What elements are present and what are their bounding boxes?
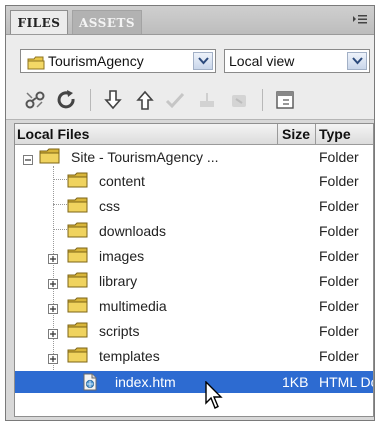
tree-row-templates[interactable]: templates Folder (15, 345, 373, 367)
tree-row-downloads[interactable]: downloads Folder (15, 220, 373, 242)
file-name: index.htm (115, 374, 176, 390)
file-size: 1KB (282, 374, 309, 390)
get-files-icon[interactable] (102, 89, 124, 111)
folder-icon (67, 172, 89, 191)
file-name: content (99, 173, 145, 189)
file-type: Folder (319, 273, 359, 289)
folder-icon (67, 347, 89, 366)
folder-icon (67, 297, 89, 316)
folder-icon (67, 247, 89, 266)
file-name: multimedia (99, 298, 167, 314)
file-type: Folder (319, 348, 359, 364)
column-divider[interactable] (315, 124, 316, 144)
folder-icon (39, 148, 61, 167)
files-panel: FILES ASSETS TourismAgency Local view Lo… (5, 5, 375, 421)
tree-row-library[interactable]: library Folder (15, 270, 373, 292)
toolbar-divider (90, 89, 91, 111)
panel-tab-bar: FILES ASSETS (6, 6, 374, 35)
file-name: Site - TourismAgency ... (71, 149, 219, 165)
column-type[interactable]: Type (319, 124, 351, 144)
check-out-icon[interactable] (164, 89, 186, 111)
files-toolbar (6, 81, 374, 120)
folder-icon (67, 272, 89, 291)
file-name: library (99, 273, 138, 289)
expand-icon[interactable] (48, 276, 58, 292)
view-select-value: Local view (229, 53, 295, 69)
site-select[interactable]: TourismAgency (20, 49, 216, 73)
tree-row-multimedia[interactable]: multimedia Folder (15, 295, 373, 317)
synchronize-icon[interactable] (228, 89, 250, 111)
column-divider[interactable] (277, 124, 278, 144)
view-select[interactable]: Local view (224, 49, 370, 73)
file-name: downloads (99, 223, 166, 239)
tree-row-index-htm[interactable]: index.htm 1KB HTML Do (15, 371, 373, 393)
file-name: css (99, 198, 120, 214)
file-name: images (99, 248, 145, 264)
folder-icon (67, 222, 89, 241)
check-in-icon[interactable] (196, 89, 218, 111)
refresh-icon[interactable] (56, 89, 78, 111)
file-type: Folder (319, 173, 359, 189)
expand-icon[interactable] (274, 89, 296, 111)
column-size[interactable]: Size (282, 124, 310, 144)
connect-icon[interactable] (24, 89, 46, 111)
file-type: Folder (319, 149, 359, 165)
collapse-icon[interactable] (23, 152, 33, 168)
file-type: Folder (319, 298, 359, 314)
panel-options-icon[interactable] (352, 13, 368, 25)
file-type: Folder (319, 323, 359, 339)
site-select-value: TourismAgency (48, 53, 144, 69)
file-type: Folder (319, 198, 359, 214)
folder-icon (67, 197, 89, 216)
file-type: Folder (319, 223, 359, 239)
expand-icon[interactable] (48, 326, 58, 342)
put-files-icon[interactable] (134, 89, 156, 111)
chevron-down-icon[interactable] (193, 52, 213, 70)
tree-row-content[interactable]: content Folder (15, 170, 373, 192)
toolbar-divider (262, 89, 263, 111)
tree-row-css[interactable]: css Folder (15, 195, 373, 217)
folder-icon (27, 54, 45, 76)
tree-row-scripts[interactable]: scripts Folder (15, 320, 373, 342)
tab-files[interactable]: FILES (10, 10, 68, 34)
file-name: templates (99, 348, 160, 364)
expand-icon[interactable] (48, 301, 58, 317)
file-type: Folder (319, 248, 359, 264)
file-list: Local Files Size Type Site - TourismAgen… (14, 123, 374, 417)
mouse-pointer-icon (205, 380, 225, 416)
site-view-row: TourismAgency Local view (6, 35, 374, 81)
column-local-files[interactable]: Local Files (17, 124, 89, 144)
expand-icon[interactable] (48, 251, 58, 267)
tree-row-images[interactable]: images Folder (15, 245, 373, 267)
folder-icon (67, 322, 89, 341)
file-name: scripts (99, 323, 140, 339)
html-file-icon (81, 373, 99, 394)
expand-icon[interactable] (48, 351, 58, 367)
file-type: HTML Do (319, 374, 374, 390)
tree-row-site-root[interactable]: Site - TourismAgency ... Folder (15, 146, 373, 168)
tab-assets[interactable]: ASSETS (72, 10, 142, 34)
file-list-header: Local Files Size Type (15, 124, 373, 145)
chevron-down-icon[interactable] (347, 52, 367, 70)
